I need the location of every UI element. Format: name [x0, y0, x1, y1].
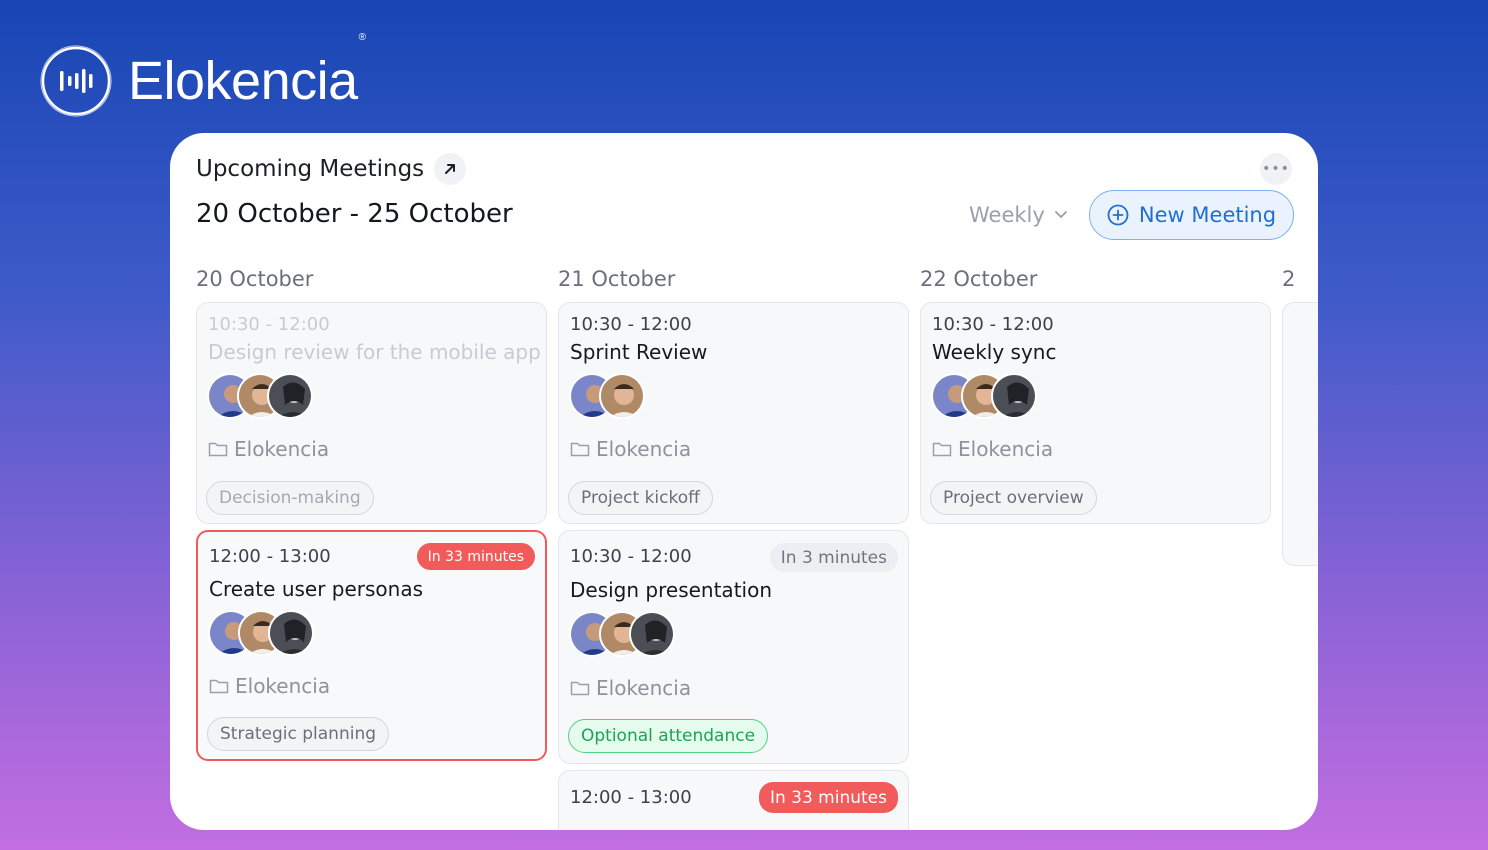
attendee-avatars: [569, 611, 675, 657]
attendee-avatars: [208, 610, 314, 656]
project-name: Elokencia: [596, 676, 692, 700]
meeting-time: 12:00 - 13:00: [209, 546, 331, 567]
panel-title: Upcoming Meetings: [196, 156, 425, 182]
project-name: Elokencia: [958, 437, 1054, 461]
countdown-badge: In 33 minutes: [758, 782, 898, 813]
period-value: Weekly: [969, 203, 1045, 227]
plus-circle-icon: [1107, 204, 1129, 226]
meeting-project: Elokencia: [570, 437, 691, 461]
day-header: 22 October: [920, 267, 1038, 291]
avatar: [599, 373, 645, 419]
day-header: 2: [1282, 267, 1296, 291]
folder-icon: [208, 442, 228, 457]
day-header: 21 October: [558, 267, 676, 291]
meeting-project: Elokencia: [208, 437, 329, 461]
meeting-card[interactable]: 12:00 - 13:00 In 33 minutes: [558, 770, 909, 830]
chevron-down-icon: [1054, 211, 1067, 219]
meeting-title: Sprint Review: [570, 340, 708, 364]
meeting-tag: Project overview: [930, 481, 1097, 515]
folder-icon: [570, 681, 590, 696]
meeting-time: 12:00 - 13:00: [570, 787, 692, 808]
avatar: [991, 373, 1037, 419]
meeting-card[interactable]: 12:00 - 13:00 In 33 minutes Create user …: [196, 530, 547, 761]
attendee-avatars: [569, 373, 645, 419]
meeting-card[interactable]: 10:30 - 12:00 Sprint Review Elokencia Pr…: [558, 302, 909, 524]
attendee-avatars: [207, 373, 313, 419]
brand-logo: Elokencia®: [38, 32, 366, 119]
countdown-badge: In 33 minutes: [416, 543, 535, 570]
project-name: Elokencia: [234, 437, 330, 461]
upcoming-meetings-panel: Upcoming Meetings ••• 20 October - 25 Oc…: [170, 133, 1318, 830]
waveform-logo-icon: [40, 45, 112, 117]
panel-header: Upcoming Meetings: [196, 153, 467, 185]
meeting-card[interactable]: 10:30 - 12:00 Design review for the mobi…: [196, 302, 547, 524]
avatar: [629, 611, 675, 657]
folder-icon: [570, 442, 590, 457]
new-meeting-label: New Meeting: [1138, 203, 1277, 227]
folder-icon: [932, 442, 952, 457]
meeting-title: Design presentation: [570, 578, 773, 602]
attendee-avatars: [931, 373, 1037, 419]
meeting-card[interactable]: [1282, 302, 1318, 566]
meeting-card[interactable]: 10:30 - 12:00 Weekly sync Elokencia Proj…: [920, 302, 1271, 524]
avatar: [267, 373, 313, 419]
meeting-project: Elokencia: [209, 674, 330, 698]
more-options-button[interactable]: •••: [1260, 153, 1292, 185]
meeting-project: Elokencia: [570, 676, 691, 700]
ellipsis-icon: •••: [1262, 161, 1290, 177]
meeting-tag: Strategic planning: [207, 717, 390, 751]
period-dropdown[interactable]: Weekly: [969, 203, 1067, 227]
project-name: Elokencia: [235, 674, 331, 698]
avatar: [268, 610, 314, 656]
meeting-time: 10:30 - 12:00: [570, 314, 692, 335]
meeting-tag: Decision-making: [206, 481, 374, 515]
open-external-button[interactable]: [434, 153, 467, 185]
meeting-time: 10:30 - 12:00: [570, 546, 692, 567]
meeting-tag: Project kickoff: [568, 481, 713, 515]
project-name: Elokencia: [596, 437, 692, 461]
meeting-tag: Optional attendance: [568, 719, 769, 753]
folder-icon: [209, 679, 229, 694]
meeting-card[interactable]: 10:30 - 12:00 In 3 minutes Design presen…: [558, 530, 909, 764]
arrow-up-right-icon: [445, 164, 456, 174]
day-header: 20 October: [196, 267, 314, 291]
meeting-time: 10:30 - 12:00: [208, 314, 330, 335]
meeting-title: Weekly sync: [932, 340, 1057, 364]
countdown-badge: In 3 minutes: [769, 543, 898, 572]
date-range: 20 October - 25 October: [196, 199, 513, 229]
meeting-project: Elokencia: [932, 437, 1053, 461]
meeting-title: Create user personas: [209, 577, 424, 601]
new-meeting-button[interactable]: New Meeting: [1089, 190, 1294, 240]
meeting-time: 10:30 - 12:00: [932, 314, 1054, 335]
brand-name: Elokencia®: [128, 32, 366, 111]
meeting-title: Design review for the mobile app: [208, 340, 541, 364]
